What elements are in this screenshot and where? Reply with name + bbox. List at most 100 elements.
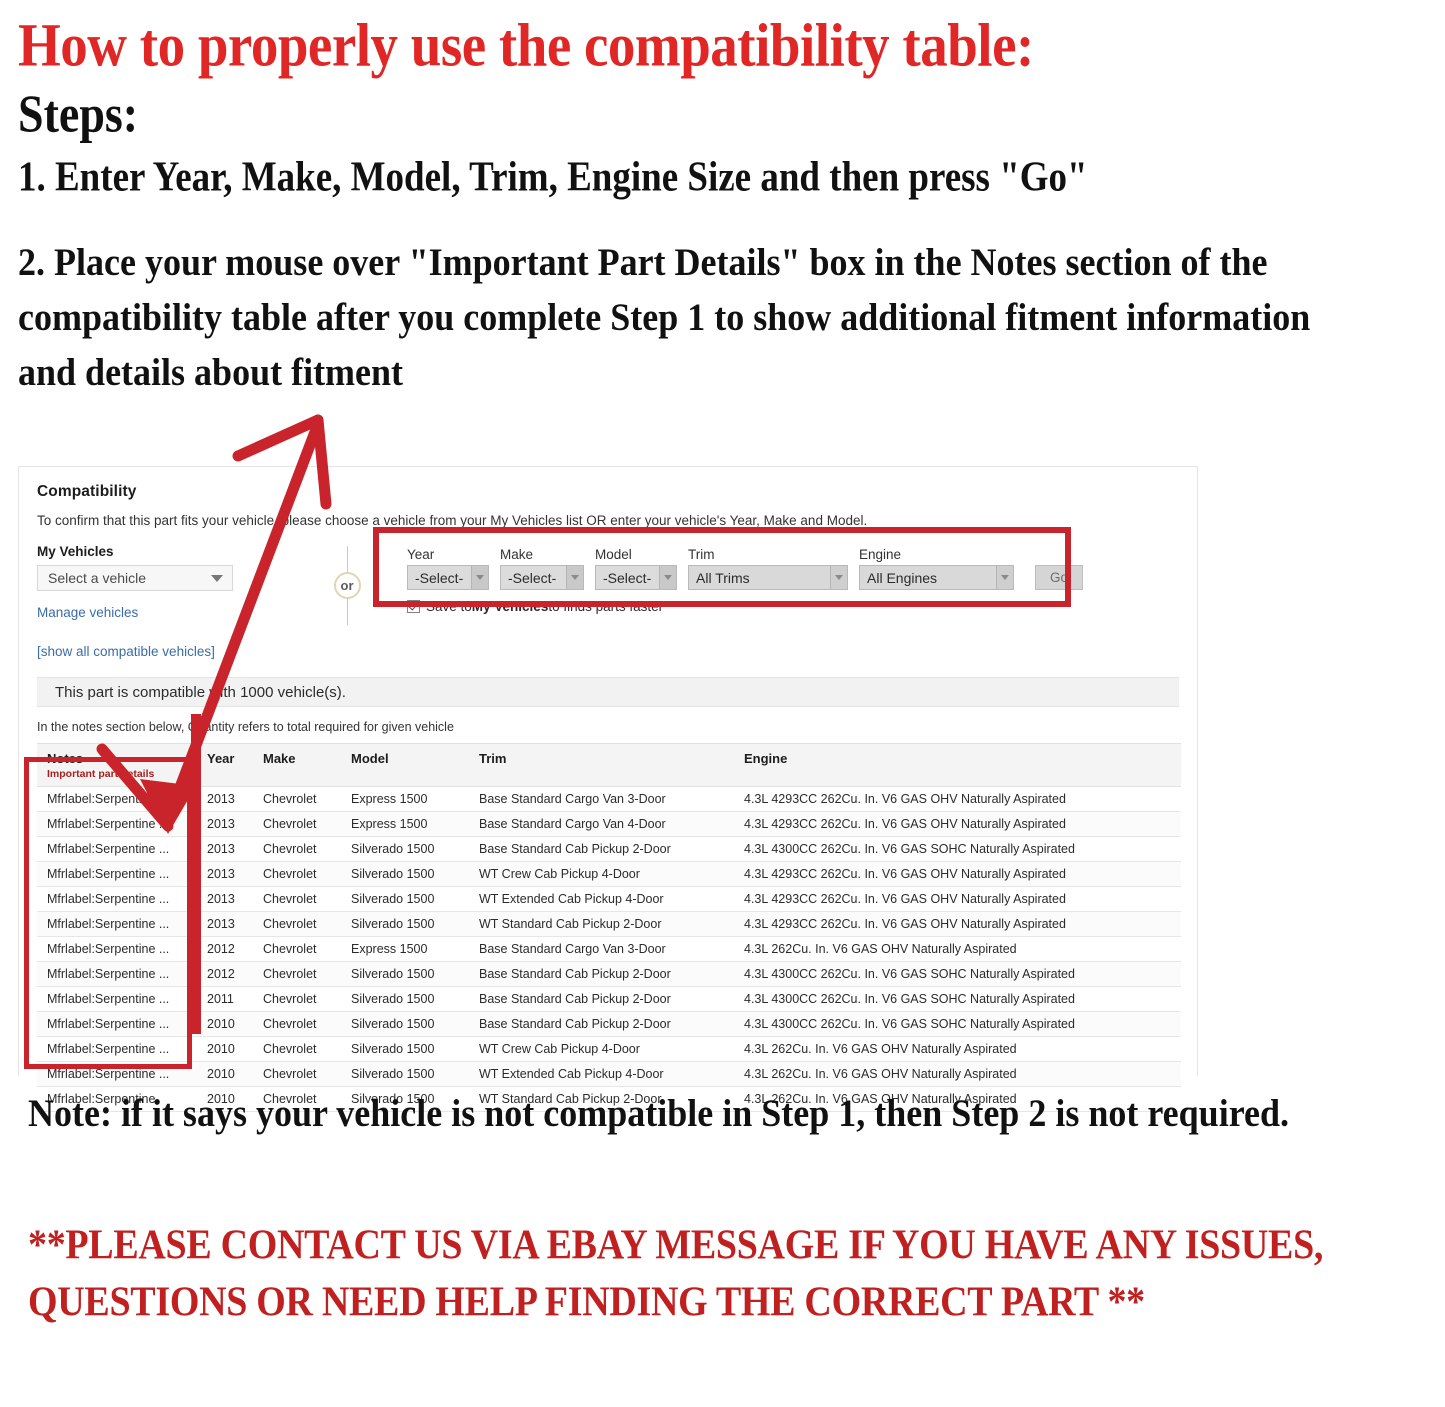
compatibility-title: Compatibility [37,483,137,500]
cell-engine: 4.3L 4300CC 262Cu. In. V6 GAS SOHC Natur… [734,986,1181,1012]
table-header-row: Notes Important part details Year Make M… [37,743,1181,787]
table-row[interactable]: Mfrlabel:Serpentine ... 2012 Chevrolet Expr… [37,936,1181,962]
cell-year: 2010 [197,1011,253,1037]
table-row[interactable]: Mfrlabel:Serpentine ... 2013 Chevrolet Expr… [37,786,1181,812]
compatibility-subtitle: To confirm that this part fits your vehi… [37,513,868,528]
cell-make: Chevrolet [253,861,341,887]
compatibility-table: Notes Important part details Year Make M… [37,743,1181,1112]
make-field: Make -Select- [500,547,584,590]
cell-model: Silverado 1500 [341,961,469,987]
col-header-year: Year [197,743,253,787]
cell-model: Express 1500 [341,811,469,837]
cell-year: 2013 [197,861,253,887]
save-to-my-vehicles-row[interactable]: Save to My Vehicles to finds parts faste… [407,599,1179,614]
or-line-bottom [346,599,348,625]
cell-trim: Base Standard Cab Pickup 2-Door [469,961,734,987]
chevron-down-icon [996,566,1013,589]
my-vehicles-label: My Vehicles [37,544,114,559]
footer-note: Note: if it says your vehicle is not com… [28,1091,1290,1135]
cell-trim: WT Standard Cab Pickup 2-Door [469,911,734,937]
table-row[interactable]: Mfrlabel:Serpentine ... 2010 Chevrolet Silv… [37,1061,1181,1087]
cell-notes: Mfrlabel:Serpentine ... [37,786,197,812]
manage-vehicles-link[interactable]: Manage vehicles [37,605,287,620]
cell-year: 2010 [197,1036,253,1062]
col-header-trim: Trim [469,743,734,787]
table-row[interactable]: Mfrlabel:Serpentine ... 2012 Chevrolet Silv… [37,961,1181,987]
cell-make: Chevrolet [253,961,341,987]
chevron-down-icon [830,566,847,589]
table-row[interactable]: Mfrlabel:Serpentine ... 2013 Chevrolet Expr… [37,811,1181,837]
show-all-compatible-vehicles-link[interactable]: [show all compatible vehicles] [37,644,287,659]
instructions-header: How to properly use the compatibility ta… [0,10,1445,394]
trim-field: Trim All Trims [688,547,848,590]
cell-trim: WT Crew Cab Pickup 4-Door [469,861,734,887]
important-part-details-label: Important part details [47,768,155,780]
table-row[interactable]: Mfrlabel:Serpentine ... 2011 Chevrolet Silv… [37,986,1181,1012]
cell-make: Chevrolet [253,811,341,837]
cell-trim: Base Standard Cargo Van 3-Door [469,786,734,812]
page-title: How to properly use the compatibility ta… [18,10,1034,79]
cell-trim: Base Standard Cab Pickup 2-Door [469,836,734,862]
cell-year: 2012 [197,936,253,962]
cell-model: Express 1500 [341,786,469,812]
my-vehicles-select-value: Select a vehicle [48,570,147,586]
cell-model: Silverado 1500 [341,1036,469,1062]
trim-select-value: All Trims [696,569,750,586]
table-row[interactable]: Mfrlabel:Serpentine ... 2013 Chevrolet Silv… [37,911,1181,937]
cell-notes: Mfrlabel:Serpentine ... [37,911,197,937]
model-select[interactable]: -Select- [595,565,677,590]
step-two-text: 2. Place your mouse over "Important Part… [18,240,1311,395]
step-one-text: 1. Enter Year, Make, Model, Trim, Engine… [18,153,1088,201]
cell-notes: Mfrlabel:Serpentine ... [37,1011,197,1037]
or-line-top [346,546,348,572]
chevron-down-icon [471,566,488,589]
cell-make: Chevrolet [253,986,341,1012]
cell-engine: 4.3L 4293CC 262Cu. In. V6 GAS OHV Natura… [734,886,1181,912]
trim-select[interactable]: All Trims [688,565,848,590]
year-select-value: -Select- [415,569,464,586]
cell-model: Express 1500 [341,936,469,962]
engine-select[interactable]: All Engines [859,565,1014,590]
steps-label: Steps: [18,84,139,143]
cell-year: 2012 [197,961,253,987]
col-header-notes-label: Notes [47,751,84,766]
col-header-engine: Engine [734,743,1181,787]
table-row[interactable]: Mfrlabel:Serpentine ... 2010 Chevrolet Silv… [37,1036,1181,1062]
cell-engine: 4.3L 262Cu. In. V6 GAS OHV Naturally Asp… [734,936,1181,962]
or-badge: or [333,572,361,599]
save-text-after: to finds parts faster [548,599,664,614]
cell-model: Silverado 1500 [341,986,469,1012]
chevron-down-icon [566,566,583,589]
cell-engine: 4.3L 4293CC 262Cu. In. V6 GAS OHV Natura… [734,811,1181,837]
cell-model: Silverado 1500 [341,861,469,887]
make-select[interactable]: -Select- [500,565,584,590]
model-label: Model [595,547,632,562]
cell-trim: Base Standard Cargo Van 4-Door [469,811,734,837]
save-vehicle-checkbox[interactable] [407,600,420,613]
cell-make: Chevrolet [253,936,341,962]
cell-engine: 4.3L 4300CC 262Cu. In. V6 GAS SOHC Natur… [734,961,1181,987]
go-button[interactable]: Go [1035,565,1083,590]
cell-notes: Mfrlabel:Serpentine ... [37,986,197,1012]
cell-notes: Mfrlabel:Serpentine ... [37,836,197,862]
chevron-down-icon [659,566,676,589]
cell-year: 2013 [197,911,253,937]
model-field: Model -Select- [595,547,677,590]
cell-engine: 4.3L 4293CC 262Cu. In. V6 GAS OHV Natura… [734,861,1181,887]
make-select-value: -Select- [508,569,557,586]
table-row[interactable]: Mfrlabel:Serpentine ... 2010 Chevrolet Silv… [37,1011,1181,1037]
my-vehicles-select[interactable]: Select a vehicle [37,565,233,591]
cell-year: 2013 [197,836,253,862]
cell-make: Chevrolet [253,836,341,862]
save-text-before: Save to [426,599,472,614]
year-select[interactable]: -Select- [407,565,489,590]
cell-year: 2013 [197,886,253,912]
cell-trim: Base Standard Cargo Van 3-Door [469,936,734,962]
cell-notes: Mfrlabel:Serpentine ... [37,1036,197,1062]
table-row[interactable]: Mfrlabel:Serpentine ... 2013 Chevrolet Silv… [37,886,1181,912]
cell-trim: WT Extended Cab Pickup 4-Door [469,1061,734,1087]
table-row[interactable]: Mfrlabel:Serpentine ... 2013 Chevrolet Silv… [37,836,1181,862]
cell-year: 2010 [197,1061,253,1087]
table-row[interactable]: Mfrlabel:Serpentine ... 2013 Chevrolet Silv… [37,861,1181,887]
cell-make: Chevrolet [253,1036,341,1062]
